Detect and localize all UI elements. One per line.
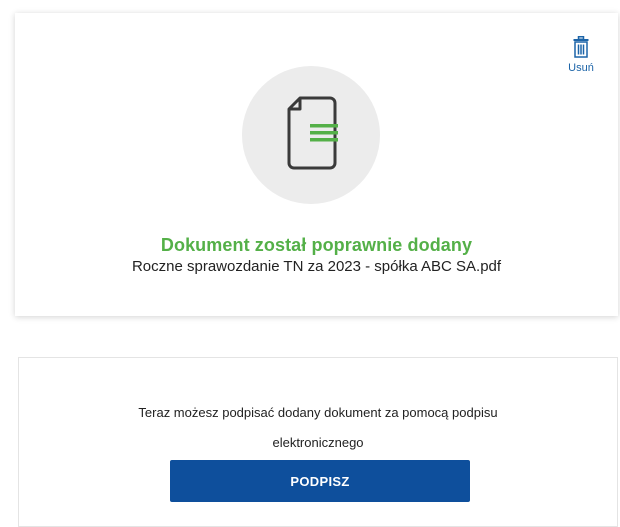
sign-info-line-2: elektronicznego [272,435,364,450]
document-icon-circle [242,66,380,204]
sign-card: Teraz możesz podpisać dodany dokument za… [18,357,618,527]
sign-info-text: Teraz możesz podpisać dodany dokument za… [19,398,617,458]
upload-status-title: Dokument został poprawnie dodany [160,235,473,255]
trash-icon [573,36,589,58]
sign-info-line-1: Teraz możesz podpisać dodany dokument za… [138,405,498,420]
document-icon [287,96,338,170]
upload-card: Usuń Dokument został poprawnie dodany Ro… [15,13,618,316]
uploaded-file-name: Roczne sprawozdanie TN za 2023 - spółka … [131,258,502,275]
sign-button[interactable]: PODPISZ [170,460,470,502]
delete-label[interactable]: Usuń [561,62,601,74]
delete-button[interactable]: Usuń [561,36,601,74]
